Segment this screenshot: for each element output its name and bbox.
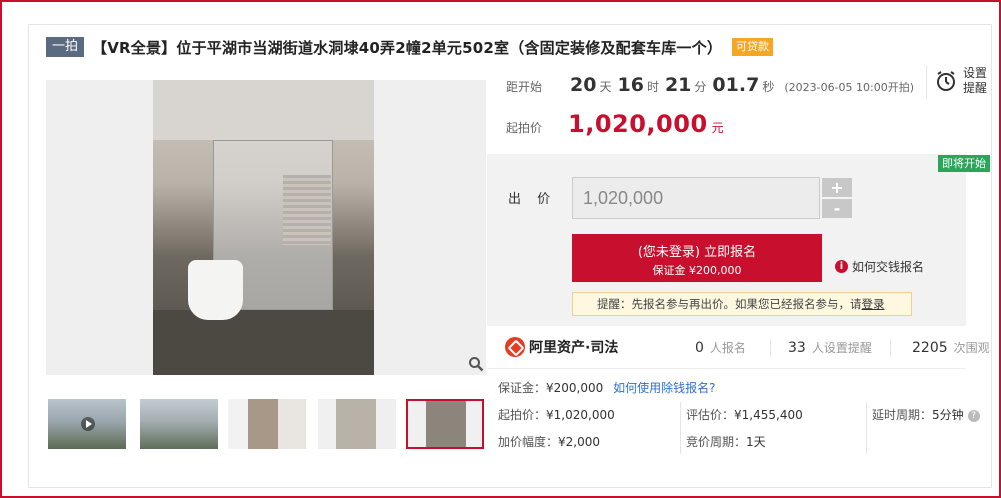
- page-title: 【VR全景】位于平湖市当湖街道水洞埭40弄2幢2单元502室（含固定装修及配套车…: [92, 38, 723, 57]
- zoom-icon[interactable]: [468, 356, 484, 372]
- login-link[interactable]: 登录: [862, 297, 885, 311]
- reminders-unit: 人设置提醒: [811, 341, 872, 355]
- signup-button[interactable]: (您未登录) 立即报名 保证金 ¥200,000: [572, 234, 822, 282]
- start-price-value: 1,020,000: [568, 110, 708, 138]
- signup-deposit-label: 保证金 ¥200,000: [652, 264, 742, 277]
- appraisal-label: 评估价：: [686, 408, 735, 422]
- countdown-days-unit: 天: [599, 80, 612, 94]
- ali-assets-logo-icon: [505, 337, 525, 357]
- howto-pay-label: 如何交钱报名: [852, 260, 925, 274]
- increment-detail: 加价幅度：¥2,000: [498, 433, 600, 450]
- auction-start-time: (2023-06-05 10:00开拍): [784, 81, 915, 94]
- start-price-detail: 起拍价：¥1,020,000: [498, 406, 615, 423]
- increase-bid-button[interactable]: +: [822, 178, 852, 197]
- increment-value: ¥2,000: [558, 435, 601, 449]
- divider: [680, 402, 681, 454]
- decrease-bid-button[interactable]: -: [822, 199, 852, 218]
- bid-amount-input[interactable]: 1,020,000: [572, 177, 820, 219]
- howto-pay-link[interactable]: i 如何交钱报名: [835, 258, 924, 275]
- delay-label: 延时周期：: [872, 408, 933, 422]
- alarm-clock-icon: [937, 71, 955, 91]
- thumbnail-strip: [46, 397, 488, 453]
- help-icon[interactable]: ?: [967, 409, 980, 422]
- deposit-row: 保证金：¥200,000 如何使用除钱报名?: [498, 379, 715, 396]
- deposit-value: ¥200,000: [546, 381, 604, 395]
- platform-name: 阿里资产·司法: [529, 340, 619, 356]
- start-price-label: 起拍价: [506, 121, 543, 135]
- cycle-detail: 竞价周期：1天: [686, 433, 766, 450]
- countdown-hours-unit: 时: [646, 80, 659, 94]
- deposit-label: 保证金：: [498, 381, 547, 395]
- countdown-hours: 16: [617, 74, 644, 96]
- countdown: 距开始 20 天 16 时 21 分 01.7 秒 (2023-06-05 10…: [506, 74, 914, 102]
- views-count: 2205: [912, 340, 948, 356]
- cycle-label: 竞价周期：: [686, 435, 747, 449]
- start-price-detail-value: ¥1,020,000: [546, 408, 615, 422]
- platform-logo: 阿里资产·司法: [505, 337, 618, 357]
- signups-unit: 人报名: [709, 341, 746, 355]
- bid-label: 出 价: [508, 192, 557, 207]
- countdown-seconds: 01.7: [712, 74, 760, 96]
- set-reminder-label: 设置提醒: [963, 66, 988, 95]
- countdown-minutes-unit: 分: [694, 80, 707, 94]
- countdown-days: 20: [570, 74, 597, 96]
- increment-label: 加价幅度：: [498, 435, 559, 449]
- appraisal-value: ¥1,455,400: [734, 408, 803, 422]
- thumbnail-4[interactable]: [318, 399, 396, 449]
- thumbnail-3[interactable]: [228, 399, 306, 449]
- loan-badge: 可贷款: [732, 38, 774, 56]
- divider: [866, 402, 867, 454]
- countdown-label: 距开始: [506, 80, 543, 94]
- play-icon: [81, 417, 95, 431]
- countdown-seconds-unit: 秒: [762, 80, 775, 94]
- status-badge: 即将开始: [938, 155, 990, 172]
- reminders-stat: 33 人设置提醒: [788, 339, 872, 356]
- stats-row: 阿里资产·司法 0 人报名 33 人设置提醒 2205 次围观: [487, 327, 990, 369]
- auction-round-tag: 一拍: [46, 37, 85, 57]
- thumbnail-1[interactable]: [48, 399, 126, 449]
- divider: [890, 339, 891, 357]
- cycle-value: 1天: [746, 435, 766, 449]
- start-price-row: 起拍价 1,020,000 元: [506, 110, 724, 138]
- thumbnail-2[interactable]: [140, 399, 218, 449]
- signups-count: 0: [695, 340, 704, 356]
- start-price-unit: 元: [711, 121, 724, 135]
- countdown-minutes: 21: [664, 74, 692, 96]
- reminders-count: 33: [788, 340, 806, 356]
- delay-detail: 延时周期：5分钟?: [872, 406, 980, 423]
- signup-button-label: (您未登录) 立即报名: [637, 245, 757, 260]
- delay-value: 5分钟: [932, 408, 964, 422]
- divider: [770, 339, 771, 357]
- info-icon: i: [835, 260, 848, 273]
- signup-tip-text: 提醒：先报名参与再出价。如果您已经报名参与，请: [597, 297, 862, 311]
- set-reminder-button[interactable]: 设置提醒: [926, 66, 990, 98]
- signup-tip: 提醒：先报名参与再出价。如果您已经报名参与，请登录: [572, 292, 912, 316]
- appraisal-detail: 评估价：¥1,455,400: [686, 406, 803, 423]
- views-unit: 次围观: [953, 341, 990, 355]
- views-stat: 2205 次围观: [912, 339, 990, 356]
- deposit-help-link[interactable]: 如何使用除钱报名?: [613, 381, 715, 395]
- title-row: 一拍 【VR全景】位于平湖市当湖街道水洞埭40弄2幢2单元502室（含固定装修及…: [46, 36, 774, 58]
- bathroom-photo: [153, 80, 374, 375]
- signups-stat: 0 人报名: [695, 339, 746, 356]
- thumbnail-5[interactable]: [406, 399, 484, 449]
- start-price-detail-label: 起拍价：: [498, 408, 547, 422]
- main-photo-viewer[interactable]: [46, 80, 486, 375]
